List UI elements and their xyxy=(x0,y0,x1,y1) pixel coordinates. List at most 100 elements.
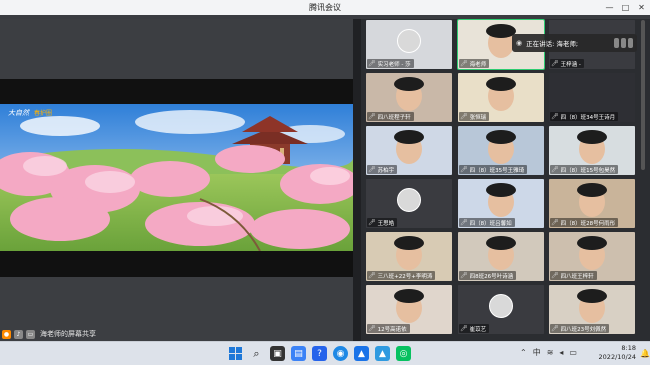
letterbox-top xyxy=(0,79,353,104)
participant-hair xyxy=(486,130,516,144)
participant-name-tag: 🎤︎ 四（8）班28号何雨彤 xyxy=(550,218,619,227)
participant-hair xyxy=(577,130,607,144)
mic-muted-icon: 🎤︎ xyxy=(460,113,468,120)
user-icon[interactable]: ● xyxy=(2,329,11,339)
participant-name: 四（8）班35号王雅琦 xyxy=(469,167,525,174)
battery-icon[interactable]: ▭ xyxy=(569,348,577,357)
share-label: 海老师的屏幕共享 xyxy=(40,330,96,338)
participant-name: 四（8）班吕馨如 xyxy=(469,220,512,227)
screen-icon[interactable]: ▭ xyxy=(26,329,35,339)
participant-tile[interactable]: 🎤︎ 四八班王梓轩 xyxy=(549,232,635,281)
participant-name: 崔苡艺 xyxy=(469,326,487,333)
participant-name-tag: 🎤︎ 四8班26号叶诗涵 xyxy=(459,271,517,280)
participant-name-tag: 🎤︎ 王梓涵 - xyxy=(550,59,584,68)
mic-icon[interactable]: ♪ xyxy=(14,329,23,339)
widgets-icon[interactable]: ▤ xyxy=(291,346,306,361)
participant-tile[interactable]: 🎤︎ 四（8）班15号包昊然 xyxy=(549,126,635,175)
participant-name-tag: 🎤︎ 四八班程子轩 xyxy=(367,112,414,121)
mic-muted-icon: 🎤︎ xyxy=(368,272,376,279)
clock-time: 8:18 xyxy=(621,344,636,352)
browser-icon[interactable]: ◉ xyxy=(333,346,348,361)
participant-tile[interactable]: 🎤︎ 四（8）班35号王雅琦 xyxy=(458,126,544,175)
participant-tile[interactable]: 🎤︎ 四（8）班28号何雨彤 xyxy=(549,179,635,228)
participant-tile[interactable]: 🎤︎ 四8班26号叶诗涵 xyxy=(458,232,544,281)
ime-indicator[interactable]: 中 xyxy=(533,347,541,358)
participant-tile[interactable]: 🎤︎ 张恒瑞 xyxy=(458,73,544,122)
participant-name-tag: 🎤︎ 四（8）班吕馨如 xyxy=(459,218,515,227)
notification-icon[interactable]: 🔔 xyxy=(640,349,650,358)
participant-name-tag: 🎤︎ 张恒瑞 xyxy=(459,112,490,121)
help-icon[interactable]: ? xyxy=(312,346,327,361)
taskbar: ⌕ ▣ ▤ ? ◉ ▲ ▲ ◎ ⌃ 中 ≋ ◂ ▭ 8:18 2022/10/2… xyxy=(0,341,650,365)
mic-muted-icon: 🎤︎ xyxy=(551,325,559,332)
panel-divider[interactable] xyxy=(353,19,361,341)
banner-avatars xyxy=(614,38,633,48)
participant-hair xyxy=(486,236,516,250)
close-button[interactable]: ✕ xyxy=(637,3,646,12)
participant-tile[interactable]: 🎤︎ 苏柏宇 xyxy=(366,126,452,175)
participant-name-tag: 🎤︎ 四（8）班34号王诗月 xyxy=(550,112,619,121)
chevron-up-icon[interactable]: ⌃ xyxy=(520,348,527,357)
clock[interactable]: 8:18 2022/10/24 xyxy=(596,344,636,362)
shared-video[interactable]: 大自然 春护圈 xyxy=(0,104,353,251)
participant-tile[interactable]: 🎤︎ 四八班程子轩 xyxy=(366,73,452,122)
participant-tile[interactable]: 🎤︎ 实习老师 - 莎 xyxy=(366,20,452,69)
participant-hair xyxy=(394,236,424,250)
participant-name-tag: 🎤︎ 四（8）班35号王雅琦 xyxy=(459,165,528,174)
participant-name: 三八班+22号+李明涛 xyxy=(377,273,433,280)
participant-scrollbar[interactable] xyxy=(641,20,645,335)
meeting-app-icon[interactable]: ▲ xyxy=(375,346,390,361)
volume-icon[interactable]: ◂ xyxy=(559,348,563,357)
wifi-icon[interactable]: ≋ xyxy=(547,348,554,357)
avatar xyxy=(489,294,513,318)
clock-date: 2022/10/24 xyxy=(598,353,636,361)
participant-name: 四（8）班34号王诗月 xyxy=(560,114,616,121)
participant-name-tag: 🎤︎ 海老师 xyxy=(459,59,490,68)
scrollbar-thumb[interactable] xyxy=(641,20,645,170)
minimize-button[interactable]: — xyxy=(605,3,614,12)
participant-name: 王思皓 xyxy=(377,220,395,227)
participant-name: 实习老师 - 莎 xyxy=(377,61,411,68)
video-logo-tag: 春护圈 xyxy=(34,110,53,117)
mic-muted-icon: 🎤︎ xyxy=(368,166,376,173)
mic-muted-icon: 🎤︎ xyxy=(460,166,468,173)
wechat-icon[interactable]: ◎ xyxy=(396,346,411,361)
participant-name: 四（8）班28号何雨彤 xyxy=(560,220,616,227)
letterbox-bottom xyxy=(0,251,353,277)
tencent-meeting-icon[interactable]: ▲ xyxy=(354,346,369,361)
participant-tile[interactable]: 🎤︎ 四（8）班34号王诗月 xyxy=(549,73,635,122)
avatar xyxy=(397,29,421,53)
participant-name-tag: 🎤︎ 四（8）班15号包昊然 xyxy=(550,165,619,174)
peach-blossom-scene xyxy=(0,104,353,251)
mic-muted-icon: 🎤︎ xyxy=(551,219,559,226)
avatar xyxy=(397,188,421,212)
participant-hair xyxy=(577,183,607,197)
participant-tile[interactable]: 🎤︎ 四八班23号刘佩然 xyxy=(549,285,635,334)
participant-name: 四（8）班15号包昊然 xyxy=(560,167,616,174)
search-icon[interactable]: ⌕ xyxy=(249,346,264,361)
window-controls: — □ ✕ xyxy=(605,0,646,15)
maximize-button[interactable]: □ xyxy=(621,3,630,12)
task-view-icon[interactable]: ▣ xyxy=(270,346,285,361)
participant-tile[interactable]: 🎤︎ 王思皓 xyxy=(366,179,452,228)
participant-tile[interactable]: 🎤︎ 崔苡艺 xyxy=(458,285,544,334)
participant-hair xyxy=(394,130,424,144)
mic-muted-icon: 🎤︎ xyxy=(551,113,559,120)
participant-name: 四8班26号叶诗涵 xyxy=(469,273,514,280)
participant-name: 四八班程子轩 xyxy=(377,114,411,121)
participant-name: 王梓涵 - xyxy=(560,61,581,68)
participant-hair xyxy=(486,77,516,91)
participant-tile[interactable]: 🎤︎ 12号高诺依 xyxy=(366,285,452,334)
video-logo: 大自然 xyxy=(8,109,29,117)
participant-name-tag: 🎤︎ 崔苡艺 xyxy=(459,324,490,333)
window-title: 腾讯会议 xyxy=(309,3,341,12)
participant-name-tag: 🎤︎ 王思皓 xyxy=(367,218,398,227)
mic-muted-icon: 🎤︎ xyxy=(460,325,468,332)
participant-tile[interactable]: 🎤︎ 三八班+22号+李明涛 xyxy=(366,232,452,281)
speaker-icon: ◉ xyxy=(516,39,523,47)
participant-hair xyxy=(577,289,607,303)
mic-muted-icon: 🎤︎ xyxy=(368,113,376,120)
windows-start-icon[interactable] xyxy=(228,346,243,361)
speaking-text: 正在讲话: 海老师; xyxy=(526,40,579,48)
participant-tile[interactable]: 🎤︎ 四（8）班吕馨如 xyxy=(458,179,544,228)
